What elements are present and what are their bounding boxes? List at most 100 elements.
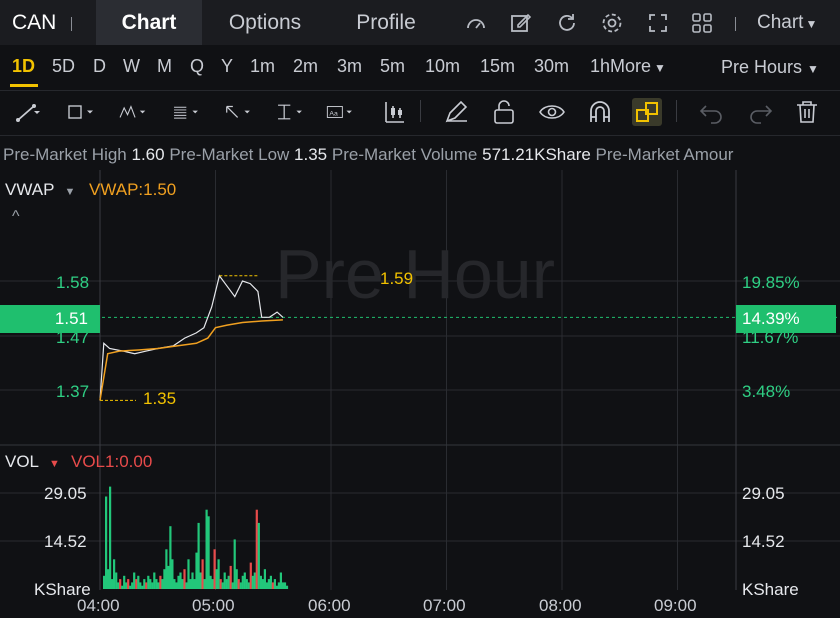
vwap-indicator-name[interactable]: VWAP ▼ (5, 180, 75, 200)
vol-indicator-name[interactable]: VOL ▼ (5, 452, 60, 472)
period-q[interactable]: Q (190, 56, 204, 77)
period-1h[interactable]: 1h (590, 56, 610, 77)
top-bar: CAN Chart Options Profile Chart ▼ (0, 0, 840, 45)
grid-layout-icon[interactable] (690, 11, 714, 35)
volume-bar (167, 565, 170, 589)
session-select[interactable]: Pre Hours ▼ (721, 57, 819, 78)
pencil-icon[interactable] (442, 98, 472, 126)
collapse-chevron-icon[interactable]: ^ (12, 208, 20, 226)
volume-bar (215, 569, 218, 589)
session-select-label: Pre Hours (721, 57, 803, 77)
volume-bar (171, 559, 174, 589)
volume-bar (151, 582, 154, 589)
fibonacci-tool-icon[interactable] (172, 98, 202, 126)
refresh-icon[interactable] (555, 11, 579, 35)
period-bar: 1D 5D D W M Q Y 1m 2m 3m 5m 10m 15m 30m … (0, 45, 840, 91)
volume-bar (131, 582, 134, 589)
volume-bar (247, 582, 250, 589)
redo-icon[interactable] (745, 98, 775, 126)
period-d[interactable]: D (93, 56, 106, 77)
period-1m[interactable]: 1m (250, 56, 275, 77)
tab-chart[interactable]: Chart (96, 0, 202, 45)
speedometer-icon[interactable] (464, 11, 488, 35)
volume-bar (269, 575, 272, 589)
link-icon[interactable] (632, 98, 662, 126)
volume-bar (181, 579, 184, 589)
volume-bar (135, 579, 138, 589)
undo-icon[interactable] (697, 98, 727, 126)
volume-bar (105, 496, 108, 589)
rectangle-tool-icon[interactable] (66, 98, 96, 126)
volume-bar (169, 526, 172, 589)
volume-bar (123, 575, 126, 589)
fullscreen-icon[interactable] (646, 11, 670, 35)
trash-icon[interactable] (792, 98, 822, 126)
current-percent-badge: 14.39% (736, 305, 836, 333)
period-3m[interactable]: 3m (337, 56, 362, 77)
volume-bar (279, 572, 282, 589)
pre-hour-watermark: Pre Hour (275, 235, 555, 313)
unlock-icon[interactable] (489, 98, 519, 126)
premarket-info-line: Pre-Market High 1.60 Pre-Market Low 1.35… (0, 143, 840, 167)
volume-axis-label: 29.05 (44, 484, 87, 503)
period-2m[interactable]: 2m (293, 56, 318, 77)
more-button[interactable]: More ▼ (610, 56, 666, 77)
volume-bar (259, 575, 262, 589)
period-15m[interactable]: 15m (480, 56, 515, 77)
period-5m[interactable]: 5m (380, 56, 405, 77)
trendline-tool-icon[interactable] (14, 98, 44, 126)
volume-bar (191, 572, 194, 589)
measure-tool-icon[interactable] (276, 98, 306, 126)
time-axis-label: 08:00 (539, 596, 582, 615)
volume-bar (209, 575, 212, 589)
chart-menu-dropdown[interactable]: Chart ▼ (757, 0, 817, 47)
volume-bar (149, 579, 152, 589)
percent-axis-label: 19.85% (742, 273, 800, 292)
vwap-name: VWAP (5, 180, 55, 199)
current-price-badge: 1.51 (0, 305, 100, 333)
volume-bar (129, 585, 132, 589)
volume-bar (221, 582, 224, 589)
candlestick-tool-icon[interactable] (380, 98, 410, 126)
premarket-volume-label: Pre-Market Volume (331, 145, 478, 164)
tab-profile[interactable]: Profile (330, 0, 442, 45)
period-w[interactable]: W (123, 56, 140, 77)
toolbar-separator (420, 100, 421, 122)
percent-axis-label: 3.48% (742, 382, 791, 401)
volume-bar (275, 585, 278, 589)
volume-axis-label: 14.52 (44, 532, 87, 551)
arrow-tool-icon[interactable] (224, 98, 254, 126)
period-30m[interactable]: 30m (534, 56, 569, 77)
volume-bar (201, 559, 204, 589)
price-axis-label: 1.58 (56, 273, 90, 292)
volume-bar (241, 575, 244, 589)
period-m[interactable]: M (157, 56, 172, 77)
volume-bar (115, 572, 118, 589)
period-y[interactable]: Y (221, 56, 233, 77)
magnet-icon[interactable] (585, 98, 615, 126)
tab-options[interactable]: Options (208, 0, 322, 45)
edit-icon[interactable] (509, 11, 533, 35)
text-tool-icon[interactable]: Aa (326, 98, 356, 126)
eye-icon[interactable] (537, 98, 567, 126)
high-annotation: 1.59 (380, 269, 414, 288)
price-chart[interactable]: Pre Hour (0, 170, 840, 618)
volume-bar (213, 549, 216, 589)
gear-icon[interactable] (600, 11, 624, 35)
volume-bar (159, 575, 162, 589)
premarket-high-value: 1.60 (131, 145, 165, 164)
volume-bar (143, 579, 146, 589)
period-10m[interactable]: 10m (425, 56, 460, 77)
period-5d[interactable]: 5D (52, 56, 75, 77)
ticker-symbol[interactable]: CAN (12, 0, 56, 45)
volume-bar (183, 569, 186, 589)
volume-bar (283, 582, 287, 589)
pattern-tool-icon[interactable] (118, 98, 148, 126)
period-1d[interactable]: 1D (12, 56, 35, 77)
ticker-separator (71, 17, 72, 31)
caret-down-icon: ▼ (64, 186, 76, 198)
volume-bar (261, 579, 264, 589)
volume-bar (229, 565, 232, 589)
volume-bar (239, 582, 242, 589)
caret-down-icon: ▼ (807, 62, 819, 76)
